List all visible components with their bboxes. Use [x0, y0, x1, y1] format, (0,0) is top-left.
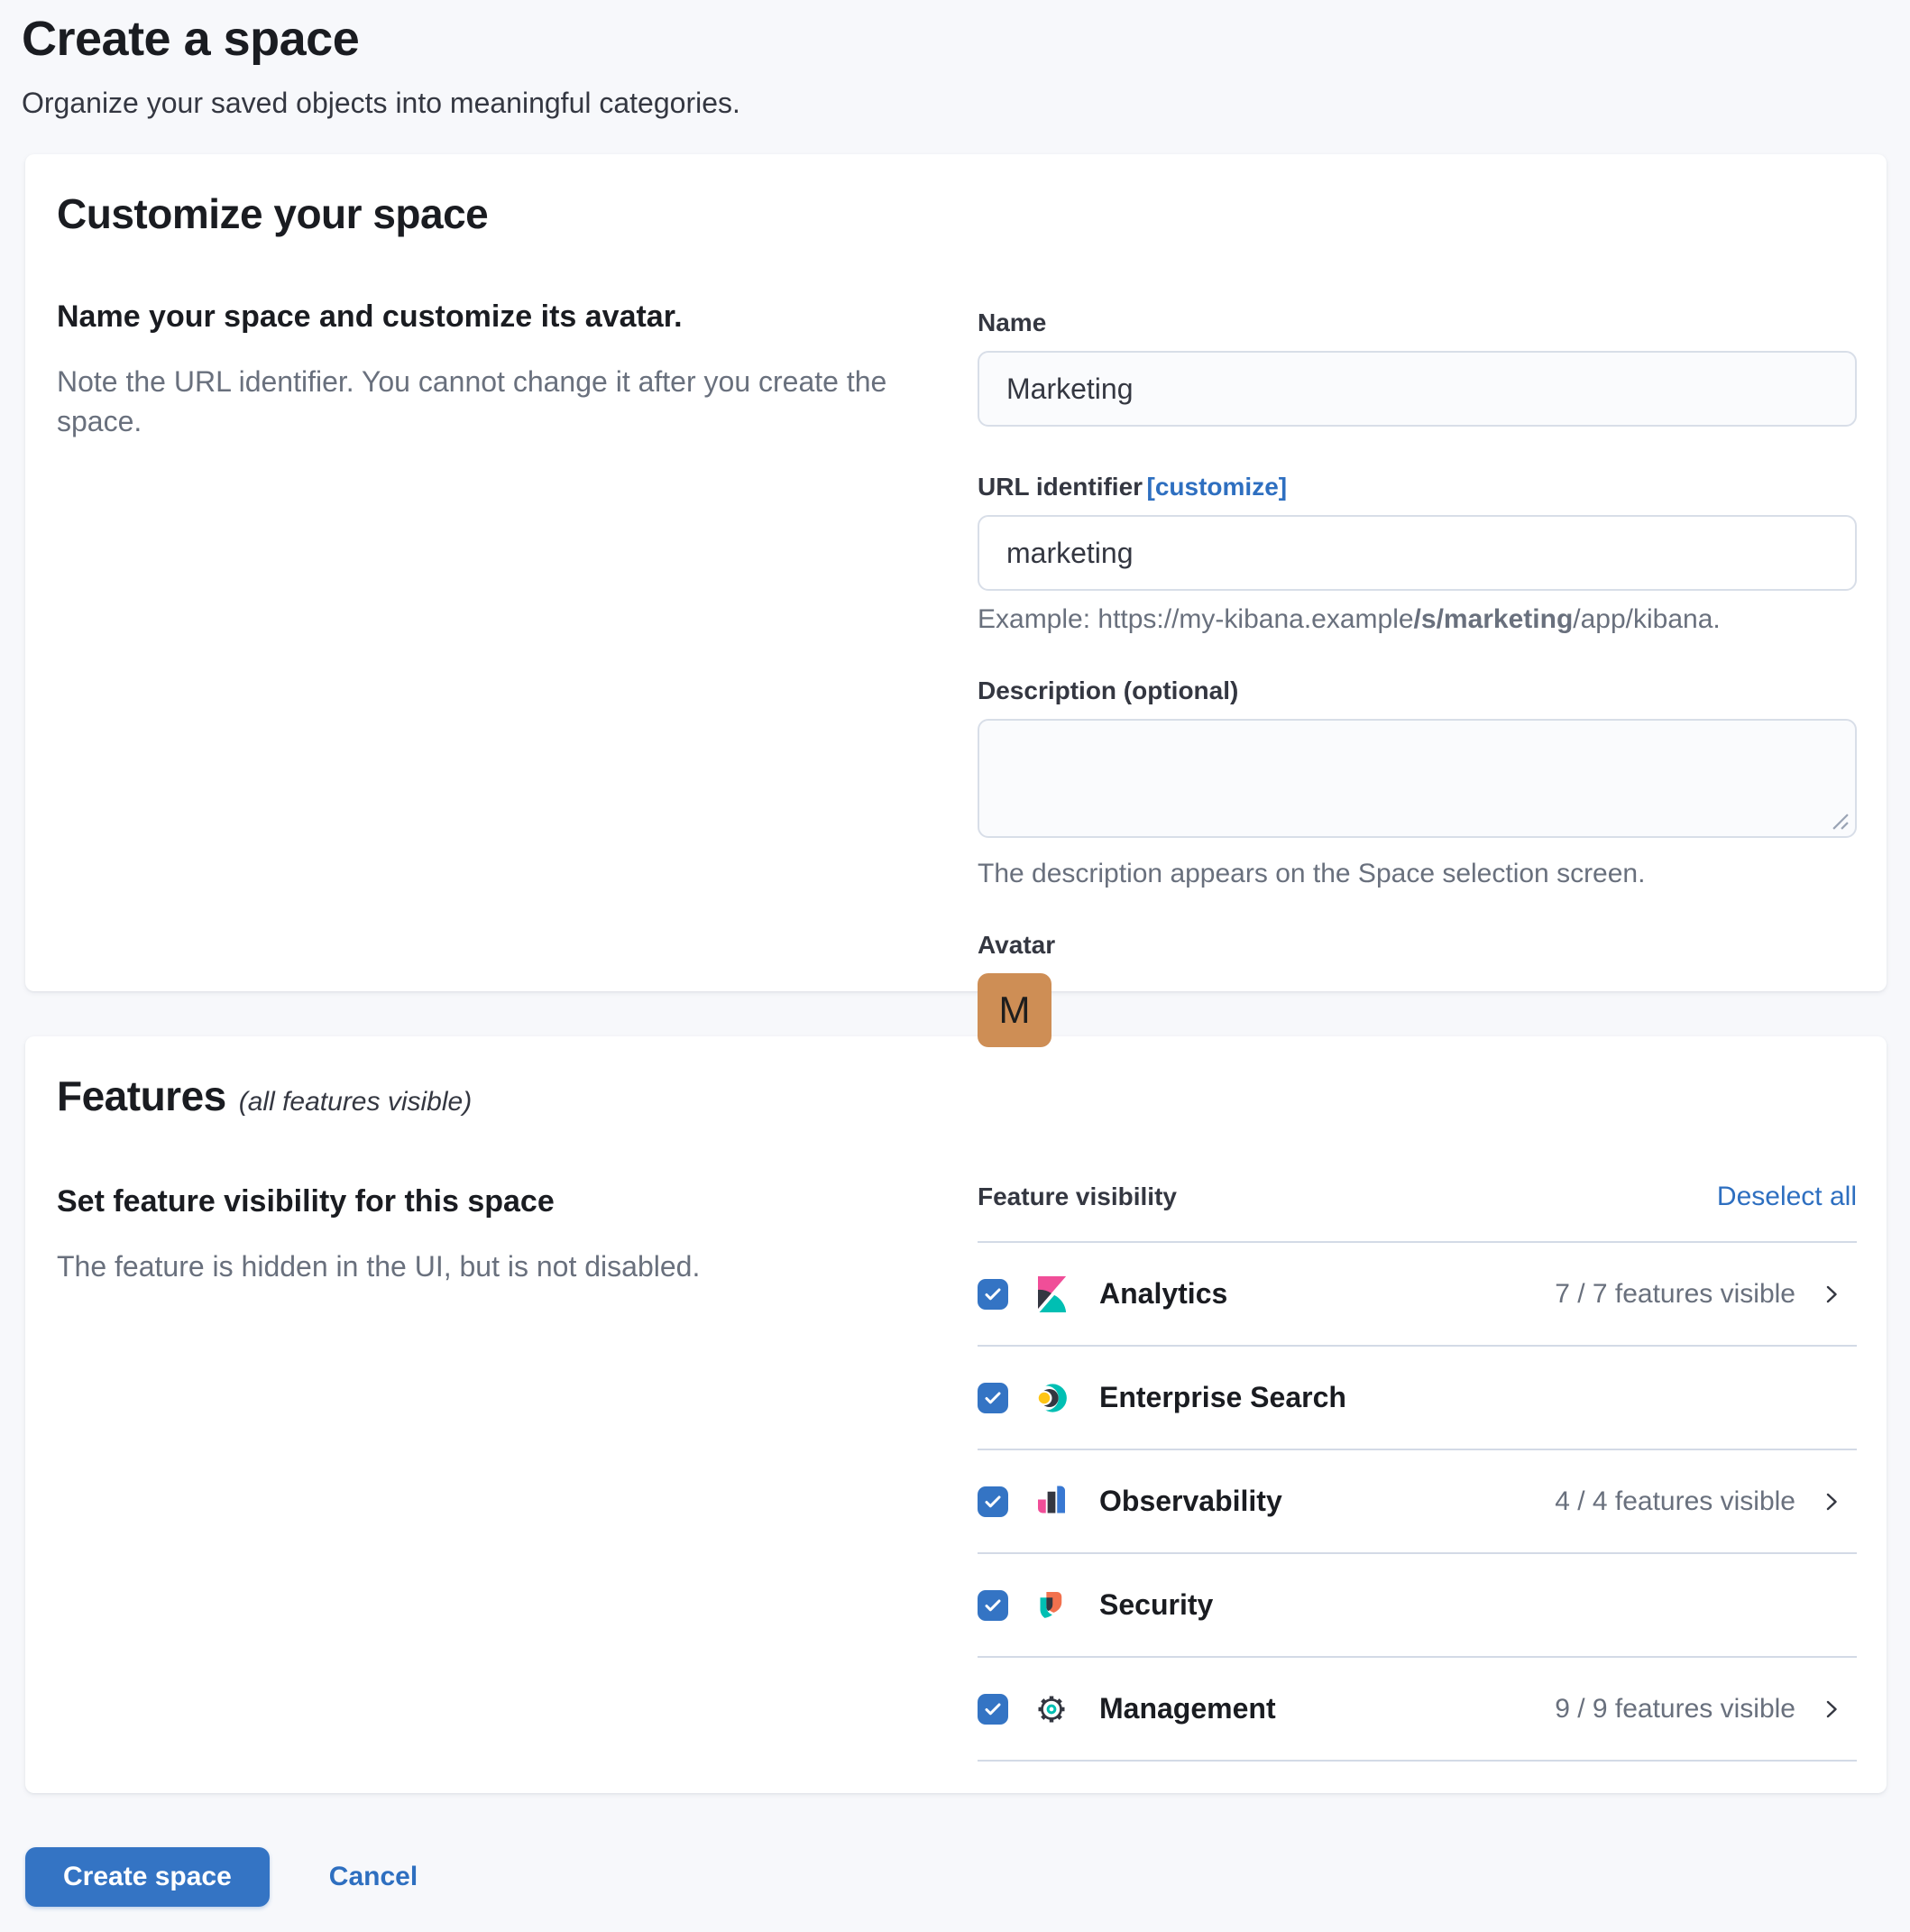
- url-identifier-label-row: URL identifier [customize]: [978, 472, 1857, 502]
- url-example-prefix: Example: https://my-kibana.example: [978, 604, 1414, 634]
- url-example-suffix: /app/kibana.: [1573, 604, 1720, 634]
- feature-row-observability[interactable]: Observability 4 / 4 features visible: [978, 1450, 1857, 1552]
- feature-count: 4 / 4 features visible: [1555, 1486, 1795, 1517]
- form-actions: Create space Cancel: [25, 1847, 1910, 1907]
- checkmark-icon: [982, 1595, 1004, 1616]
- space-avatar[interactable]: M: [978, 973, 1051, 1047]
- page-title: Create a space: [22, 9, 1888, 69]
- features-card: Features (all features visible) Set featu…: [25, 1036, 1887, 1793]
- avatar-label: Avatar: [978, 930, 1055, 961]
- name-label: Name: [978, 308, 1046, 338]
- customize-group-description: Note the URL identifier. You cannot chan…: [57, 362, 914, 441]
- management-checkbox[interactable]: [978, 1694, 1008, 1725]
- url-example-help: Example: https://my-kibana.example/s/mar…: [978, 602, 1857, 638]
- feature-label: Enterprise Search: [1099, 1381, 1346, 1414]
- features-group-title: Set feature visibility for this space: [57, 1182, 914, 1221]
- feature-visibility-label: Feature visibility: [978, 1182, 1177, 1212]
- features-description-column: Set feature visibility for this space Th…: [57, 1182, 914, 1762]
- chevron-right-icon[interactable]: [1817, 1280, 1846, 1309]
- customize-url-link[interactable]: [customize]: [1147, 473, 1288, 501]
- feature-row-analytics[interactable]: Analytics 7 / 7 features visible: [978, 1243, 1857, 1345]
- features-group-description: The feature is hidden in the UI, but is …: [57, 1247, 914, 1286]
- analytics-logo-icon: [1033, 1276, 1070, 1312]
- feature-row-management[interactable]: Management 9 / 9 features visible: [978, 1658, 1857, 1760]
- customize-description-column: Name your space and customize its avatar…: [57, 297, 914, 1047]
- customize-card-title: Customize your space: [57, 190, 1857, 237]
- observability-logo-icon: [1033, 1484, 1070, 1520]
- url-identifier-label: URL identifier: [978, 472, 1143, 502]
- security-logo-icon: [1033, 1587, 1070, 1624]
- space-name-input[interactable]: [978, 351, 1857, 427]
- divider: [978, 1760, 1857, 1762]
- feature-row-enterprise-search[interactable]: Enterprise Search: [978, 1347, 1857, 1449]
- description-textarea-wrap: [978, 719, 1857, 838]
- features-card-title: Features (all features visible): [57, 1072, 1857, 1126]
- url-example-bold: /s/marketing: [1414, 604, 1574, 634]
- enterprise-search-checkbox[interactable]: [978, 1383, 1008, 1413]
- resize-handle-icon[interactable]: [1830, 811, 1850, 831]
- customize-space-card: Customize your space Name your space and…: [25, 154, 1887, 991]
- feature-count: 9 / 9 features visible: [1555, 1694, 1795, 1725]
- description-help: The description appears on the Space sel…: [978, 856, 1857, 892]
- feature-label: Management: [1099, 1692, 1276, 1725]
- description-label: Description (optional): [978, 676, 1238, 706]
- feature-visibility-column: Feature visibility Deselect all: [978, 1182, 1857, 1762]
- page-header: Create a space Organize your saved objec…: [0, 0, 1910, 123]
- checkmark-icon: [982, 1698, 1004, 1720]
- deselect-all-link[interactable]: Deselect all: [1717, 1182, 1857, 1212]
- feature-label: Observability: [1099, 1485, 1282, 1518]
- url-identifier-input[interactable]: [978, 515, 1857, 591]
- analytics-checkbox[interactable]: [978, 1279, 1008, 1310]
- page-subtitle: Organize your saved objects into meaning…: [22, 83, 1888, 123]
- checkmark-icon: [982, 1283, 1004, 1305]
- observability-checkbox[interactable]: [978, 1486, 1008, 1517]
- feature-label: Security: [1099, 1588, 1213, 1622]
- features-title-text: Features: [57, 1072, 226, 1119]
- enterprise-search-logo-icon: [1033, 1380, 1070, 1416]
- security-checkbox[interactable]: [978, 1590, 1008, 1621]
- description-textarea[interactable]: [978, 719, 1857, 838]
- feature-row-security[interactable]: Security: [978, 1554, 1857, 1656]
- checkmark-icon: [982, 1387, 1004, 1409]
- management-gear-icon: [1033, 1691, 1070, 1727]
- chevron-right-icon[interactable]: [1817, 1695, 1846, 1724]
- create-space-page: Create a space Organize your saved objec…: [0, 0, 1910, 1932]
- checkmark-icon: [982, 1491, 1004, 1513]
- create-space-button[interactable]: Create space: [25, 1847, 270, 1907]
- feature-visibility-header: Feature visibility Deselect all: [978, 1182, 1857, 1212]
- feature-count: 7 / 7 features visible: [1555, 1279, 1795, 1310]
- cancel-button[interactable]: Cancel: [329, 1862, 418, 1892]
- feature-label: Analytics: [1099, 1277, 1227, 1311]
- customize-form-column: Name URL identifier [customize] Example:…: [978, 297, 1857, 1047]
- chevron-right-icon[interactable]: [1817, 1487, 1846, 1516]
- features-title-note: (all features visible): [239, 1087, 472, 1117]
- customize-group-title: Name your space and customize its avatar…: [57, 297, 914, 336]
